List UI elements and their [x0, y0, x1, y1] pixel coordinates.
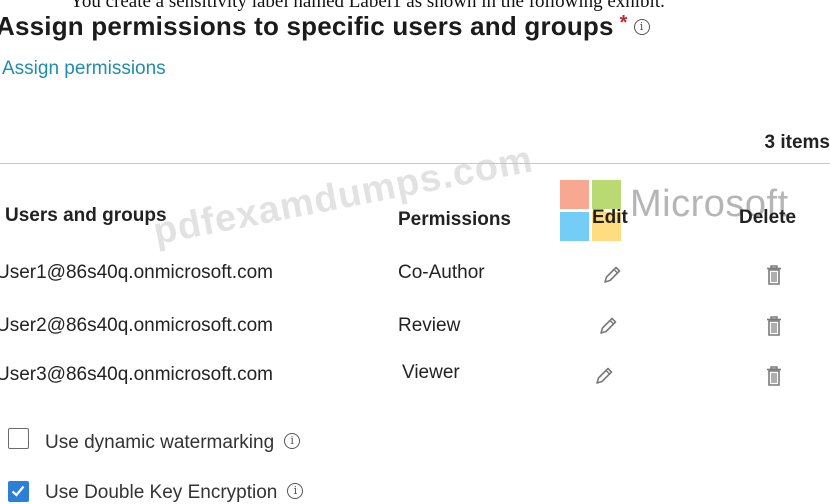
section-title: Assign permissions to specific users and…: [0, 11, 650, 42]
column-header-permissions[interactable]: Permissions: [398, 209, 511, 231]
double-key-encryption-checkbox[interactable]: [8, 481, 29, 502]
pencil-icon[interactable]: [593, 364, 615, 388]
dynamic-watermarking-label: Use dynamic watermarking i: [45, 432, 301, 454]
info-icon[interactable]: i: [284, 432, 301, 449]
double-key-encryption-text: Use Double Key Encryption: [45, 482, 278, 503]
trash-icon[interactable]: [764, 314, 784, 338]
logo-square-green: [592, 180, 621, 209]
table-row-permission: Co-Author: [398, 262, 485, 283]
column-header-edit: Edit: [592, 207, 628, 228]
table-row-user: User2@86s40q.onmicrosoft.com: [0, 315, 273, 336]
required-marker: *: [619, 12, 628, 34]
trash-icon[interactable]: [764, 263, 784, 287]
items-count: 3 items: [764, 132, 830, 153]
logo-square-red: [560, 180, 589, 209]
info-icon[interactable]: i: [287, 482, 304, 499]
info-icon[interactable]: i: [633, 19, 650, 36]
table-row-permission: Viewer: [402, 362, 460, 383]
section-title-text: Assign permissions to specific users and…: [0, 11, 614, 41]
logo-square-blue: [560, 212, 589, 241]
table-row-permission: Review: [398, 315, 461, 336]
checkmark-icon: [11, 485, 25, 497]
table-row-user: User3@86s40q.onmicrosoft.com: [0, 364, 273, 385]
column-header-users[interactable]: Users and groups: [5, 205, 167, 227]
assign-permissions-link[interactable]: Assign permissions: [2, 58, 166, 80]
trash-icon[interactable]: [764, 364, 784, 388]
pencil-icon[interactable]: [597, 314, 619, 338]
dynamic-watermarking-checkbox[interactable]: [8, 428, 29, 449]
pencil-icon[interactable]: [601, 263, 623, 287]
site-watermark-text: pdfexamdumps.com: [150, 138, 537, 254]
column-header-delete: Delete: [739, 207, 797, 228]
table-row-user: User1@86s40q.onmicrosoft.com: [0, 262, 273, 283]
dynamic-watermarking-text: Use dynamic watermarking: [45, 432, 275, 453]
